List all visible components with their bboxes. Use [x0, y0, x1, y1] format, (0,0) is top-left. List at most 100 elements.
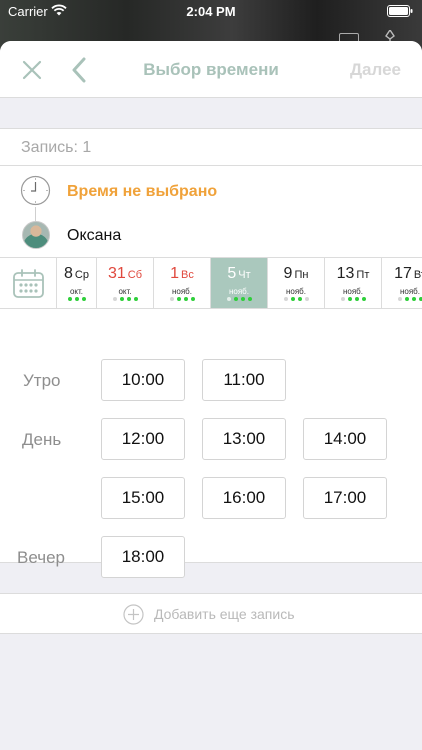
timeline-connector — [35, 207, 36, 221]
date-weekday: Пт — [356, 269, 370, 281]
availability-dot-available — [404, 297, 409, 301]
availability-dot-empty — [283, 297, 288, 301]
period-day-label: День — [22, 430, 62, 449]
date-label: 17Вт — [382, 265, 422, 283]
availability-dot-available — [183, 297, 188, 301]
date-number: 31 — [107, 265, 126, 282]
date-weekday: Пн — [294, 269, 309, 281]
calendar-icon — [13, 269, 44, 298]
date-weekday: Чт — [238, 269, 251, 281]
time-slot[interactable]: 16:00 — [202, 477, 286, 519]
date-weekday: Сб — [127, 269, 143, 281]
master-avatar — [22, 221, 50, 249]
availability-dot-available — [354, 297, 359, 301]
date-number: 9 — [283, 265, 293, 282]
date-cell[interactable]: 17Вт нояб. — [382, 258, 422, 308]
availability-dot-available — [290, 297, 295, 301]
time-slot[interactable]: 13:00 — [202, 418, 286, 460]
date-weekday: Вт — [413, 269, 422, 281]
time-slot[interactable]: 14:00 — [303, 418, 387, 460]
date-weekday: Ср — [74, 269, 89, 281]
time-slot[interactable]: 11:00 — [202, 359, 286, 401]
availability-dot-empty — [169, 297, 174, 301]
availability-dots — [268, 297, 324, 301]
time-status: Время не выбрано — [67, 183, 218, 200]
availability-dots — [97, 297, 153, 301]
date-number: 5 — [227, 265, 237, 282]
availability-dot-available — [126, 297, 131, 301]
availability-dots — [211, 297, 267, 301]
availability-dot-available — [81, 297, 86, 301]
booking-sheet: Выбор времени Далее Запись: 1 Время не в… — [0, 41, 422, 750]
date-label: 8 Ср — [57, 265, 96, 283]
availability-dot-empty — [397, 297, 402, 301]
date-weekday: Вс — [181, 269, 194, 281]
time-slot[interactable]: 12:00 — [101, 418, 185, 460]
clock-icon — [20, 175, 51, 206]
time-slot[interactable]: 15:00 — [101, 477, 185, 519]
date-month: окт. — [118, 287, 132, 296]
date-label: 5 Чт — [211, 265, 267, 283]
availability-dots — [325, 297, 381, 301]
availability-dot-available — [233, 297, 238, 301]
status-bar: Carrier 2:04 PM — [0, 0, 422, 47]
date-cell[interactable]: 1 Вс нояб. — [154, 258, 211, 308]
entry-header: Запись: 1 — [0, 128, 422, 166]
availability-dot-available — [361, 297, 366, 301]
availability-dot-available — [190, 297, 195, 301]
availability-dot-available — [74, 297, 79, 301]
date-cell[interactable]: 5 Чт нояб. — [211, 258, 268, 308]
date-label: 31 Сб — [97, 265, 153, 283]
time-slot[interactable]: 10:00 — [101, 359, 185, 401]
availability-dot-available — [411, 297, 416, 301]
plus-circle-icon — [123, 604, 144, 625]
date-month: нояб. — [342, 287, 363, 296]
time-slots: Утро День Вечер 10:00 11:00 12:00 13:00 … — [0, 309, 422, 578]
date-label: 9 Пн — [268, 265, 324, 283]
availability-dot-empty — [226, 297, 231, 301]
date-number: 1 — [170, 265, 180, 282]
availability-dot-available — [119, 297, 124, 301]
battery-icon — [387, 5, 413, 17]
next-button[interactable]: Далее — [350, 60, 401, 80]
add-entry-label: Добавить еще запись — [154, 606, 295, 622]
availability-dot-available — [133, 297, 138, 301]
date-number: 13 — [336, 265, 355, 282]
date-label: 1 Вс — [154, 265, 210, 283]
date-cell[interactable]: 9 Пн нояб. — [268, 258, 325, 308]
availability-dot-available — [347, 297, 352, 301]
booking-info: Время не выбрано Оксана — [0, 166, 422, 258]
time-slot[interactable]: 17:00 — [303, 477, 387, 519]
availability-dot-empty — [304, 297, 309, 301]
master-name: Оксана — [67, 227, 122, 244]
period-evening-label: Вечер — [17, 548, 65, 567]
date-number: 17 — [394, 265, 412, 282]
availability-dot-available — [67, 297, 72, 301]
date-strip: 8 Ср окт. 31 Сб окт. 1 Вс нояб. 5 Чт нояб. 9 Пн нояб. 1… — [0, 257, 422, 309]
navigation-bar: Выбор времени Далее — [0, 41, 422, 98]
availability-dot-available — [240, 297, 245, 301]
period-morning-label: Утро — [23, 371, 61, 390]
date-number: 8 — [64, 265, 73, 282]
date-cell[interactable]: 13 Пт нояб. — [325, 258, 382, 308]
availability-dot-available — [176, 297, 181, 301]
date-month: окт. — [69, 287, 84, 296]
date-month: нояб. — [285, 287, 306, 296]
availability-dot-available — [418, 297, 422, 301]
date-month: нояб. — [228, 287, 249, 296]
date-cell[interactable]: 31 Сб окт. — [97, 258, 154, 308]
date-month: нояб. — [171, 287, 192, 296]
entry-label: Запись: 1 — [21, 139, 92, 156]
availability-dots — [57, 297, 96, 301]
calendar-button[interactable] — [0, 258, 57, 308]
availability-dot-available — [297, 297, 302, 301]
availability-dot-empty — [340, 297, 345, 301]
availability-dot-available — [247, 297, 252, 301]
time-slot[interactable]: 18:00 — [101, 536, 185, 578]
add-entry-button[interactable]: Добавить еще запись — [0, 593, 422, 634]
date-month: нояб. — [399, 287, 420, 296]
date-cell[interactable]: 8 Ср окт. — [57, 258, 97, 308]
status-time: 2:04 PM — [186, 4, 236, 19]
date-label: 13 Пт — [325, 265, 381, 283]
availability-dots — [382, 297, 422, 301]
